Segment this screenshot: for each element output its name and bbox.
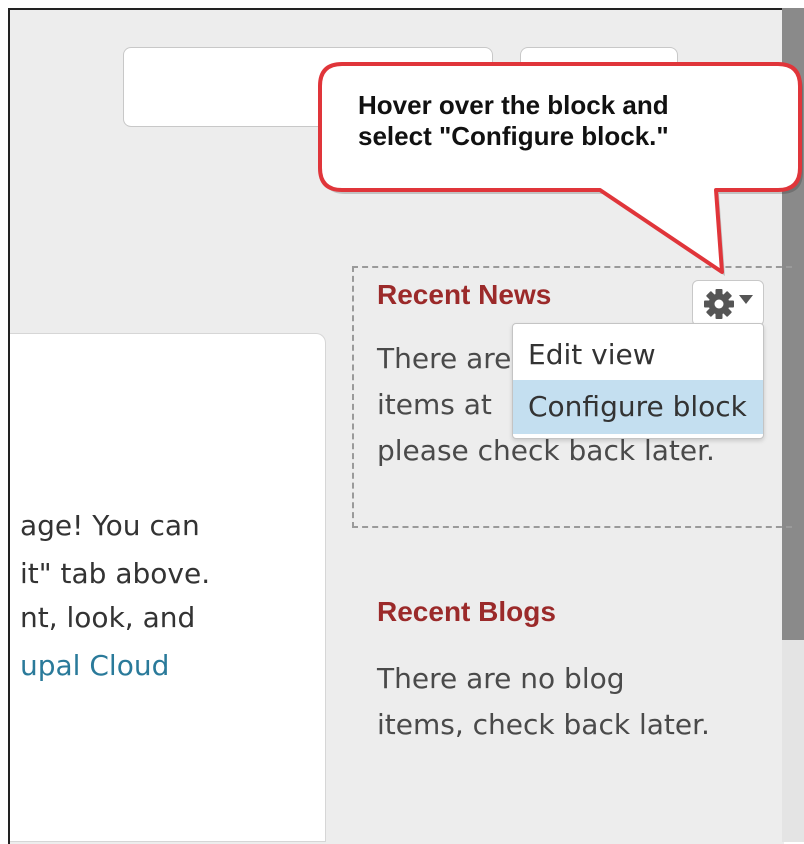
- drupal-cloud-link[interactable]: upal Cloud: [20, 652, 169, 680]
- recent-news-text: items at: [377, 388, 492, 421]
- recent-news-text: There are: [377, 342, 512, 375]
- main-text-line: it" tab above.: [20, 557, 211, 590]
- gear-icon: [704, 289, 734, 319]
- caret-down-icon: [739, 295, 753, 304]
- main-text-line: age! You can: [20, 509, 200, 542]
- recent-blogs-text: items, check back later.: [377, 708, 710, 741]
- main-text-line: nt, look, and: [20, 601, 196, 634]
- recent-blogs-title: Recent Blogs: [377, 596, 556, 627]
- menu-item-edit-view[interactable]: Edit view: [513, 328, 763, 382]
- callout-text: Hover over the block and select "Configu…: [358, 90, 669, 152]
- recent-blogs-text: There are no blog: [377, 662, 625, 695]
- main-content-panel: age! You can it" tab above. nt, look, an…: [10, 333, 326, 842]
- menu-item-configure-block[interactable]: Configure block: [513, 380, 763, 434]
- recent-news-text: please check back later.: [377, 434, 715, 467]
- contextual-links-button[interactable]: [692, 280, 764, 326]
- recent-news-title: Recent News: [377, 279, 552, 310]
- contextual-menu: Edit view Configure block: [512, 323, 764, 439]
